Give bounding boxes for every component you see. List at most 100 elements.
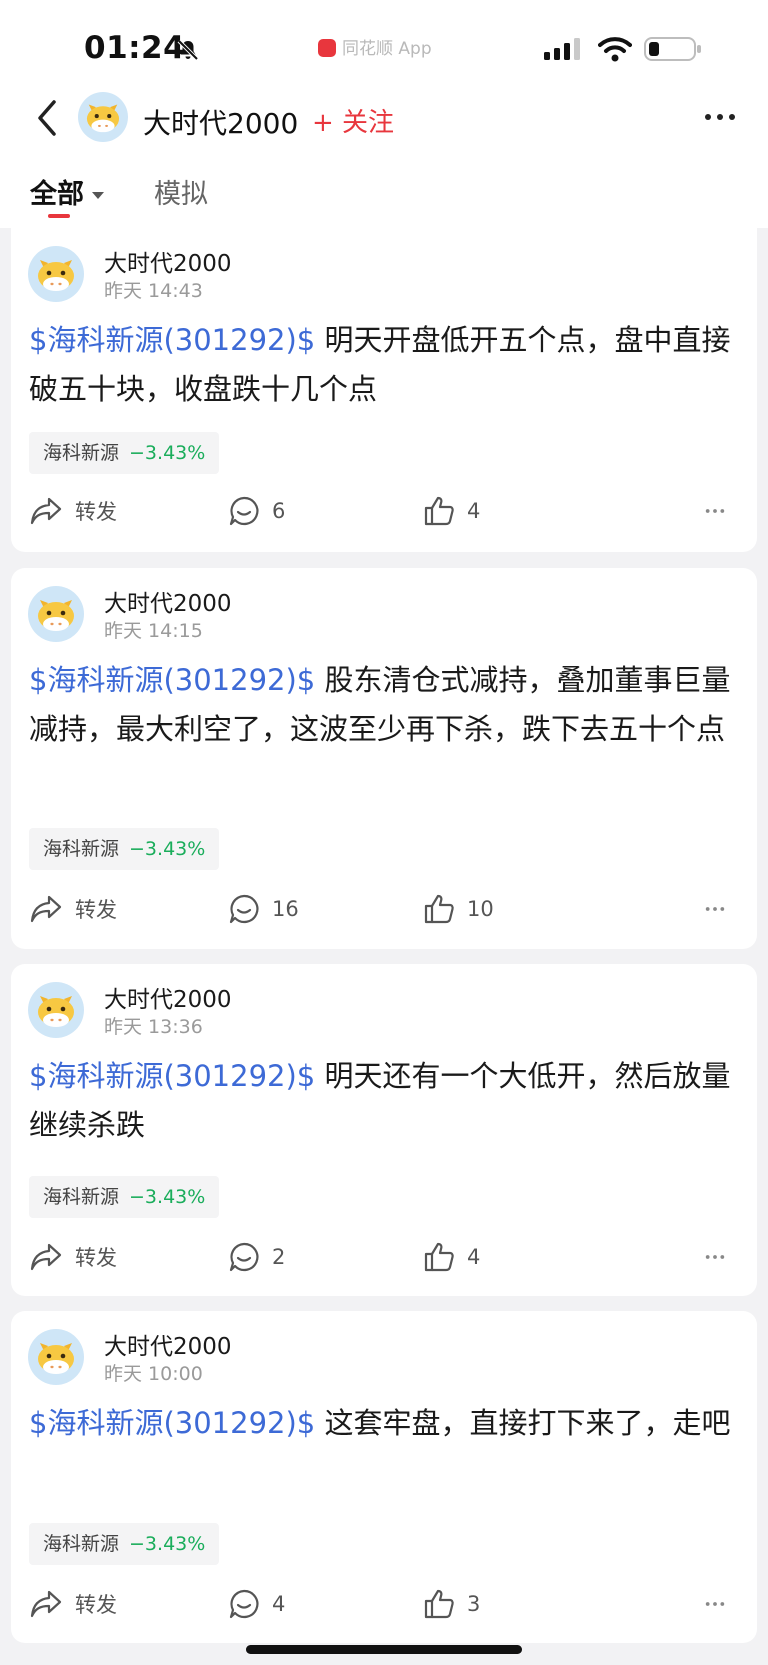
post-time: 昨天 14:43 <box>104 280 203 302</box>
tab-all[interactable]: 全部 <box>30 172 104 211</box>
post-time: 昨天 10:00 <box>104 1363 203 1385</box>
share-icon <box>30 1590 62 1618</box>
cow-avatar-icon <box>28 982 84 1038</box>
comment-count: 6 <box>272 499 286 523</box>
stock-link[interactable]: $海科新源(301292)$ <box>29 1059 315 1093</box>
tab-simulated[interactable]: 模拟 <box>154 172 208 211</box>
post-more-button[interactable] <box>705 1587 737 1621</box>
author-name[interactable]: 大时代2000 <box>104 244 232 278</box>
stock-tag[interactable]: 海科新源 −3.43% <box>29 1176 220 1218</box>
top-bar: 01:24 同花顺 App 大时代2000 + 关注 全部 模拟 <box>0 0 768 228</box>
post-card[interactable]: 大时代2000 昨天 14:15 $海科新源(301292)$ 股东清仓式减持，… <box>11 568 757 949</box>
cow-avatar-icon <box>28 1329 84 1385</box>
post-content[interactable]: $海科新源(301292)$ 明天还有一个大低开，然后放量继续杀跌 <box>29 1052 747 1150</box>
stock-link[interactable]: $海科新源(301292)$ <box>29 1406 315 1440</box>
post-time: 昨天 13:36 <box>104 1016 203 1038</box>
caret-down-icon <box>92 192 104 199</box>
comment-button[interactable]: 2 <box>228 1240 285 1274</box>
post-content[interactable]: $海科新源(301292)$ 这套牢盘，直接打下来了，走吧 <box>29 1399 747 1448</box>
stock-tag[interactable]: 海科新源 −3.43% <box>29 828 220 870</box>
like-button[interactable]: 4 <box>423 494 480 528</box>
post-more-button[interactable] <box>705 494 737 528</box>
post-content[interactable]: $海科新源(301292)$ 明天开盘低开五个点，盘中直接破五十块，收盘跌十几个… <box>29 316 747 414</box>
author-name[interactable]: 大时代2000 <box>104 1327 232 1361</box>
like-count: 4 <box>467 1245 481 1269</box>
share-button[interactable]: 转发 <box>29 494 117 528</box>
thumbs-up-icon <box>424 1589 454 1619</box>
post-card[interactable]: 大时代2000 昨天 10:00 $海科新源(301292)$ 这套牢盘，直接打… <box>11 1311 757 1643</box>
share-label: 转发 <box>75 1593 117 1617</box>
stock-tag-name: 海科新源 <box>43 1186 120 1208</box>
thumbs-up-icon <box>424 894 454 924</box>
app-name-text: 同花顺 App <box>342 39 432 59</box>
share-button[interactable]: 转发 <box>29 1240 117 1274</box>
stock-tag-name: 海科新源 <box>43 1533 120 1555</box>
share-label: 转发 <box>75 898 117 922</box>
comment-button[interactable]: 16 <box>228 892 299 926</box>
author-name[interactable]: 大时代2000 <box>104 584 232 618</box>
stock-tag[interactable]: 海科新源 −3.43% <box>29 432 220 474</box>
comment-icon <box>229 496 259 526</box>
post-card[interactable]: 大时代2000 昨天 13:36 $海科新源(301292)$ 明天还有一个大低… <box>11 964 757 1296</box>
stock-link[interactable]: $海科新源(301292)$ <box>29 323 315 357</box>
chevron-left-icon <box>38 100 56 136</box>
status-time: 01:24 <box>84 30 186 66</box>
comment-icon <box>229 1242 259 1272</box>
like-count: 4 <box>467 499 481 523</box>
thumbs-up-icon <box>424 496 454 526</box>
post-more-button[interactable] <box>705 1240 737 1274</box>
author-avatar[interactable] <box>28 586 84 646</box>
battery-icon <box>644 37 702 65</box>
stock-tag-name: 海科新源 <box>43 838 120 860</box>
like-button[interactable]: 4 <box>423 1240 480 1274</box>
profile-title: 大时代2000 <box>143 107 299 140</box>
post-time: 昨天 14:15 <box>104 620 203 642</box>
stock-tag[interactable]: 海科新源 −3.43% <box>29 1523 220 1565</box>
stock-tag-name: 海科新源 <box>43 442 120 464</box>
home-indicator[interactable] <box>246 1645 522 1654</box>
stock-link[interactable]: $海科新源(301292)$ <box>29 663 315 697</box>
share-icon <box>30 497 62 525</box>
user-avatar[interactable] <box>78 92 128 146</box>
author-name[interactable]: 大时代2000 <box>104 980 232 1014</box>
share-label: 转发 <box>75 500 117 524</box>
cow-avatar-icon <box>28 586 84 642</box>
stock-tag-change: −3.43% <box>129 442 206 464</box>
back-button[interactable] <box>30 98 66 138</box>
share-icon <box>30 1243 62 1271</box>
author-avatar[interactable] <box>28 1329 84 1389</box>
share-button[interactable]: 转发 <box>29 1587 117 1621</box>
comment-button[interactable]: 6 <box>228 494 285 528</box>
like-button[interactable]: 10 <box>423 892 494 926</box>
post-text: 这套牢盘，直接打下来了，走吧 <box>315 1406 731 1440</box>
ellipsis-icon <box>705 509 725 513</box>
post-card[interactable]: 大时代2000 昨天 14:43 $海科新源(301292)$ 明天开盘低开五个… <box>11 200 757 552</box>
comment-button[interactable]: 4 <box>228 1587 285 1621</box>
like-count: 10 <box>467 897 494 921</box>
comment-count: 16 <box>272 897 299 921</box>
wifi-icon <box>598 36 632 66</box>
like-button[interactable]: 3 <box>423 1587 480 1621</box>
author-avatar[interactable] <box>28 246 84 306</box>
comment-icon <box>229 894 259 924</box>
active-tab-indicator <box>48 214 70 218</box>
cell-signal-icon <box>544 38 584 64</box>
bell-muted-icon <box>176 38 200 66</box>
cow-avatar-icon <box>28 246 84 302</box>
post-more-button[interactable] <box>705 892 737 926</box>
stock-tag-change: −3.43% <box>129 1186 206 1208</box>
share-icon <box>30 895 62 923</box>
share-label: 转发 <box>75 1246 117 1270</box>
app-name-label: 同花顺 App <box>318 34 432 59</box>
post-content[interactable]: $海科新源(301292)$ 股东清仓式减持，叠加董事巨量减持，最大利空了，这波… <box>29 656 747 754</box>
more-options-button[interactable] <box>696 102 744 132</box>
ellipsis-icon <box>705 114 735 120</box>
stock-tag-change: −3.43% <box>129 838 206 860</box>
ellipsis-icon <box>705 1602 725 1606</box>
author-avatar[interactable] <box>28 982 84 1042</box>
share-button[interactable]: 转发 <box>29 892 117 926</box>
tab-bar: 全部 模拟 <box>0 160 768 220</box>
like-count: 3 <box>467 1592 481 1616</box>
follow-button[interactable]: + 关注 <box>312 102 394 139</box>
app-logo-icon <box>318 39 336 57</box>
